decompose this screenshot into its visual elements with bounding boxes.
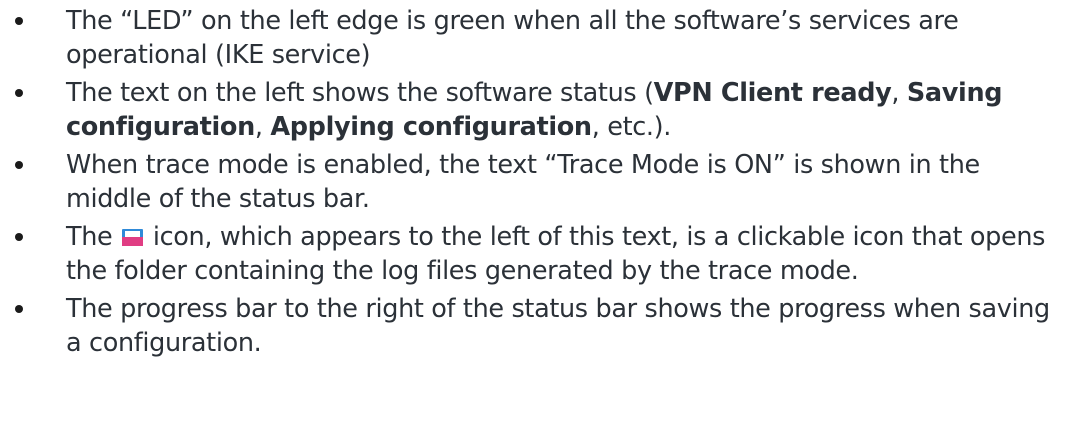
bullet-text: The text on the left shows the software …: [66, 78, 654, 108]
list-item: The text on the left shows the software …: [0, 76, 1068, 144]
bullet-text: When trace mode is enabled, the text “Tr…: [66, 150, 980, 214]
bullet-text: The progress bar to the right of the sta…: [66, 294, 1050, 358]
bullet-text: The: [66, 222, 121, 252]
bullet-text: The “LED” on the left edge is green when…: [66, 6, 959, 70]
bullet-dot: [15, 17, 23, 25]
bullet-text: ,: [891, 78, 907, 108]
bullet-text: ,: [254, 112, 271, 142]
bullet-text: icon, which appears to the left of this …: [66, 222, 1046, 286]
status-vpn-client-ready: VPN Client ready: [653, 78, 892, 108]
bullet-dot: [15, 305, 23, 313]
list-item: The progress bar to the right of the sta…: [0, 292, 1068, 360]
bullet-text: , etc.).: [591, 112, 672, 142]
list-item: When trace mode is enabled, the text “Tr…: [0, 148, 1068, 216]
bullet-list: The “LED” on the left edge is green when…: [0, 4, 1068, 364]
folder-icon: [122, 228, 144, 247]
bullet-dot: [15, 161, 23, 169]
list-item: The “LED” on the left edge is green when…: [0, 4, 1068, 72]
status-applying-configuration: Applying configuration: [270, 112, 592, 142]
bullet-dot: [15, 89, 23, 97]
list-item: The icon, which appears to the left of t…: [0, 220, 1068, 288]
bullet-dot: [15, 233, 23, 241]
